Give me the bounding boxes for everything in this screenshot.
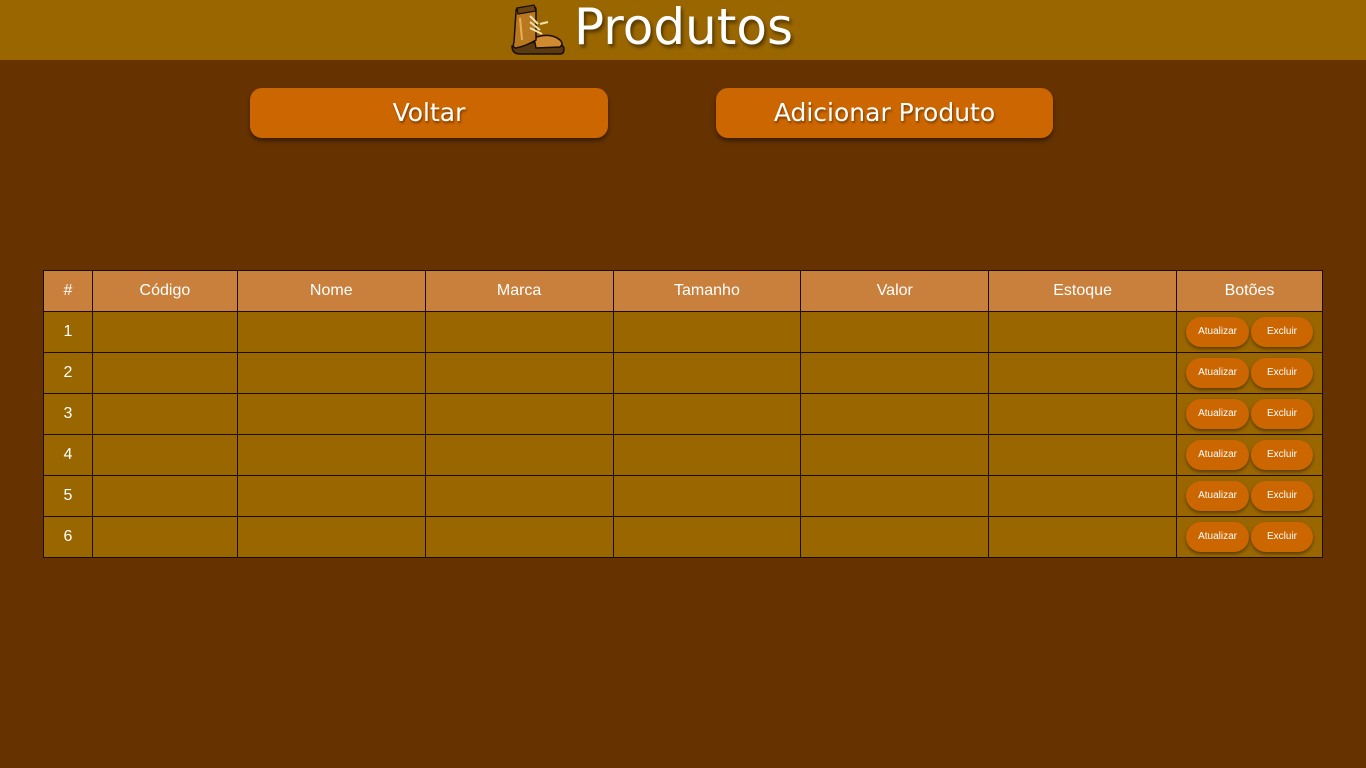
cell-nome [236,516,426,558]
back-button[interactable]: Voltar [250,88,608,138]
cell-marca [424,311,614,353]
cell-nome [236,311,426,353]
cell-codigo [91,475,238,517]
row-number: 6 [43,516,93,558]
cell-estoque [988,311,1178,353]
row-number: 2 [43,352,93,394]
cell-actions: Atualizar Excluir [1176,393,1323,435]
column-header-tamanho: Tamanho [612,270,802,312]
cell-tamanho [612,393,802,435]
cell-estoque [988,352,1178,394]
products-table: # Código Nome Marca Tamanho Valor Estoqu… [43,270,1323,558]
row-number: 5 [43,475,93,517]
table-row: 5 Atualizar Excluir [43,475,1323,517]
add-product-button[interactable]: Adicionar Produto [716,88,1053,138]
cell-tamanho [612,311,802,353]
column-header-estoque: Estoque [988,270,1178,312]
cell-valor [800,475,990,517]
cell-tamanho [612,434,802,476]
delete-button[interactable]: Excluir [1251,440,1314,470]
cell-estoque [988,475,1178,517]
cell-codigo [91,352,238,394]
cell-valor [800,393,990,435]
page-header: Produtos [0,0,1366,60]
cell-estoque [988,434,1178,476]
delete-button[interactable]: Excluir [1251,399,1314,429]
table-header-row: # Código Nome Marca Tamanho Valor Estoqu… [43,270,1323,312]
cell-estoque [988,393,1178,435]
table-row: 3 Atualizar Excluir [43,393,1323,435]
update-button[interactable]: Atualizar [1186,481,1250,511]
delete-button[interactable]: Excluir [1251,317,1314,347]
cell-actions: Atualizar Excluir [1176,516,1323,558]
cell-codigo [91,516,238,558]
cell-valor [800,311,990,353]
column-header-botoes: Botões [1176,270,1323,312]
row-number: 1 [43,311,93,353]
delete-button[interactable]: Excluir [1251,358,1314,388]
row-number: 3 [43,393,93,435]
cell-codigo [91,393,238,435]
cell-codigo [91,311,238,353]
table-row: 6 Atualizar Excluir [43,516,1323,558]
cell-marca [424,434,614,476]
cell-tamanho [612,352,802,394]
cell-actions: Atualizar Excluir [1176,311,1323,353]
update-button[interactable]: Atualizar [1186,522,1250,552]
page-title: Produtos [574,0,793,56]
boot-icon [511,4,565,55]
cell-actions: Atualizar Excluir [1176,352,1323,394]
column-header-valor: Valor [800,270,990,312]
cell-nome [236,434,426,476]
cell-actions: Atualizar Excluir [1176,434,1323,476]
cell-marca [424,352,614,394]
cell-valor [800,434,990,476]
update-button[interactable]: Atualizar [1186,358,1250,388]
column-header-nome: Nome [236,270,426,312]
column-header-number: # [43,270,93,312]
column-header-codigo: Código [91,270,238,312]
delete-button[interactable]: Excluir [1251,481,1314,511]
cell-marca [424,475,614,517]
table-row: 2 Atualizar Excluir [43,352,1323,394]
cell-nome [236,475,426,517]
cell-valor [800,516,990,558]
table-row: 1 Atualizar Excluir [43,311,1323,353]
cell-tamanho [612,516,802,558]
update-button[interactable]: Atualizar [1186,399,1250,429]
column-header-marca: Marca [424,270,614,312]
cell-marca [424,516,614,558]
cell-valor [800,352,990,394]
update-button[interactable]: Atualizar [1186,440,1250,470]
cell-marca [424,393,614,435]
cell-tamanho [612,475,802,517]
table-row: 4 Atualizar Excluir [43,434,1323,476]
cell-nome [236,352,426,394]
update-button[interactable]: Atualizar [1186,317,1250,347]
cell-nome [236,393,426,435]
cell-actions: Atualizar Excluir [1176,475,1323,517]
row-number: 4 [43,434,93,476]
cell-codigo [91,434,238,476]
cell-estoque [988,516,1178,558]
delete-button[interactable]: Excluir [1251,522,1314,552]
